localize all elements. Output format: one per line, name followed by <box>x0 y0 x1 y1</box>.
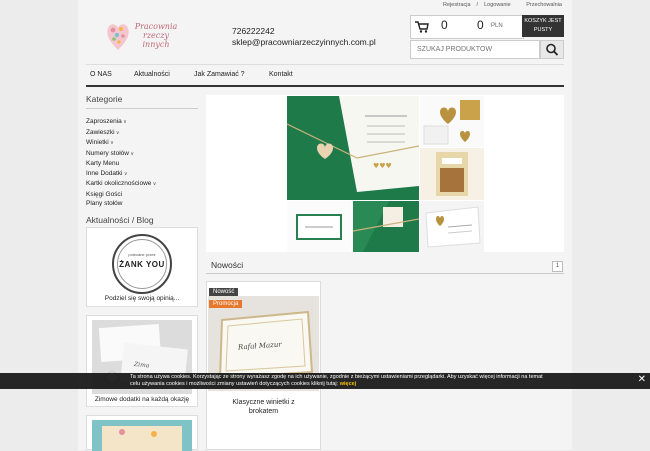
winter-card[interactable]: Zima Zimowe dodatki na każdą okazję <box>86 315 198 407</box>
contact-info: 726222242 sklep@pracowniarzeczyinnych.co… <box>232 26 376 48</box>
product-title-line: brokatem <box>248 408 279 415</box>
cart-currency: PLN <box>491 23 503 29</box>
category-label: Kartki okolicznościowe <box>86 180 152 187</box>
news-heading: Nowości <box>211 260 244 270</box>
nav-item-aktualnosci[interactable]: Aktualności <box>134 71 170 78</box>
logo-text-line: rzeczy <box>143 31 169 40</box>
phone-number: 726222242 <box>232 26 275 36</box>
category-item[interactable]: Plany stołów <box>86 199 198 209</box>
product-card[interactable]: Rafał Mazur Nowość Promocja Klasyczne wi… <box>206 281 321 450</box>
banner-photo-place-card <box>287 201 351 252</box>
storage-link[interactable]: Przechowalnia <box>526 2 562 8</box>
category-item[interactable]: Księgi Gości <box>86 190 198 200</box>
news-section-header: Nowości 1 <box>206 259 564 274</box>
category-label: Winietki <box>86 139 109 146</box>
main-nav: O NAS Aktualności Jak Zamawiać ? Kontakt <box>86 64 564 87</box>
product-title-line: Klasyczne winietki z <box>232 399 295 406</box>
cookie-more-link[interactable]: więcej <box>340 381 357 387</box>
chevron-down-icon[interactable]: ∨ <box>115 130 120 136</box>
chevron-down-icon[interactable]: ∨ <box>122 119 127 125</box>
search-icon <box>546 43 559 56</box>
pagination-page[interactable]: 1 <box>552 261 563 272</box>
category-label: Numery stołów <box>86 149 129 157</box>
cart-status-line: PUSTY <box>533 27 553 33</box>
category-label: Inne Dodatki <box>86 169 123 177</box>
top-links: Rejestracja / Logowanie Przechowalnia <box>437 2 562 8</box>
category-item[interactable]: Winietki ∨ <box>86 138 198 149</box>
cart-status-line: KOSZYK JEST <box>524 18 562 24</box>
category-item[interactable]: Zaproszenia ∨ <box>86 117 198 128</box>
register-link[interactable]: Rejestracja <box>443 2 471 8</box>
search-button[interactable] <box>540 40 564 59</box>
cookie-banner: Ta strona używa cookies. Korzystając ze … <box>0 373 650 389</box>
banner-photo-green-invitation: ♥♥♥ <box>287 96 419 200</box>
category-label: Karty Menu <box>86 160 120 167</box>
chevron-down-icon[interactable]: ∨ <box>151 181 157 187</box>
chevron-down-icon[interactable]: ∨ <box>123 171 128 177</box>
nav-item-o-nas[interactable]: O NAS <box>90 71 112 78</box>
site-logo[interactable]: Pracownia rzeczy innych <box>106 20 178 54</box>
banner-photo-gold-card <box>420 201 484 252</box>
nav-item-jak-zamawiac[interactable]: Jak Zamawiać ? <box>194 71 245 78</box>
svg-text:♥♥♥: ♥♥♥ <box>373 162 392 170</box>
category-item[interactable]: Karty Menu <box>86 159 198 169</box>
cart-amount: 0 <box>477 18 484 32</box>
category-item[interactable]: Kartki okolicznościowe ∨ <box>86 179 198 190</box>
categories-heading: Kategorie <box>86 94 198 109</box>
search-input[interactable] <box>410 40 540 59</box>
badge-small-text: polecane przez <box>128 252 156 257</box>
chevron-down-icon[interactable]: ∨ <box>109 140 114 146</box>
login-link[interactable]: Logowanie <box>484 2 511 8</box>
zankyou-badge: polecane przez ŻANK YOU <box>112 234 172 294</box>
cart-summary[interactable]: 0 0 PLN <box>410 15 524 39</box>
category-list: Zaproszenia ∨ Zawieszki ∨ Winietki ∨ Numery… <box>86 117 198 209</box>
nav-item-kontakt[interactable]: Kontakt <box>269 71 293 78</box>
category-item[interactable]: Inne Dodatki ∨ <box>86 169 198 180</box>
promo-badge: Promocja <box>209 300 243 308</box>
cookie-message: Ta strona używa cookies. Korzystając ze … <box>130 374 550 388</box>
sidebar: Kategorie Zaproszenia ∨ Zawieszki ∨ Winiet… <box>86 94 198 230</box>
new-badge: Nowość <box>209 288 239 296</box>
hero-banner[interactable]: ♥♥♥ <box>206 95 564 252</box>
chevron-down-icon[interactable]: ∨ <box>129 151 134 157</box>
banner-photo-gold-pocket <box>420 148 484 200</box>
card-caption: Podziel się swoją opinią... <box>104 295 180 302</box>
cart-quantity: 0 <box>441 18 448 32</box>
heart-flower-icon <box>107 24 129 50</box>
card-caption: Zimowe dodatki na każdą okazję <box>94 396 190 403</box>
email-address[interactable]: sklep@pracowniarzeczyinnych.com.pl <box>232 37 376 48</box>
category-item[interactable]: Zawieszki ∨ <box>86 128 198 139</box>
blog-card-3[interactable] <box>86 415 198 451</box>
category-item[interactable]: Numery stołów ∨ <box>86 149 198 160</box>
logo-text-line: innych <box>142 40 170 49</box>
category-label: Plany stołów <box>86 200 123 207</box>
cart-icon <box>415 21 429 33</box>
blog-image <box>92 420 192 451</box>
category-label: Zawieszki <box>86 128 115 136</box>
product-title[interactable]: Klasyczne winietki z brokatem <box>207 398 320 416</box>
category-label: Księgi Gości <box>86 190 123 198</box>
badge-brand-text: ŻANK YOU <box>119 260 165 269</box>
link-separator: / <box>476 2 479 8</box>
zankyou-card[interactable]: polecane przez ŻANK YOU Podziel się swoj… <box>86 227 198 307</box>
banner-photo-green-pouch <box>353 201 419 252</box>
cart-status-button[interactable]: KOSZYK JEST PUSTY <box>522 15 564 37</box>
cookie-text: Ta strona używa cookies. Korzystając ze … <box>130 374 543 387</box>
logo-text-line: Pracownia <box>134 22 178 31</box>
category-label: Zaproszenia <box>86 118 122 125</box>
logo-text: Pracownia rzeczy innych <box>134 22 178 49</box>
banner-photo-gold-hearts <box>420 96 484 147</box>
close-icon[interactable]: ✕ <box>638 374 646 385</box>
